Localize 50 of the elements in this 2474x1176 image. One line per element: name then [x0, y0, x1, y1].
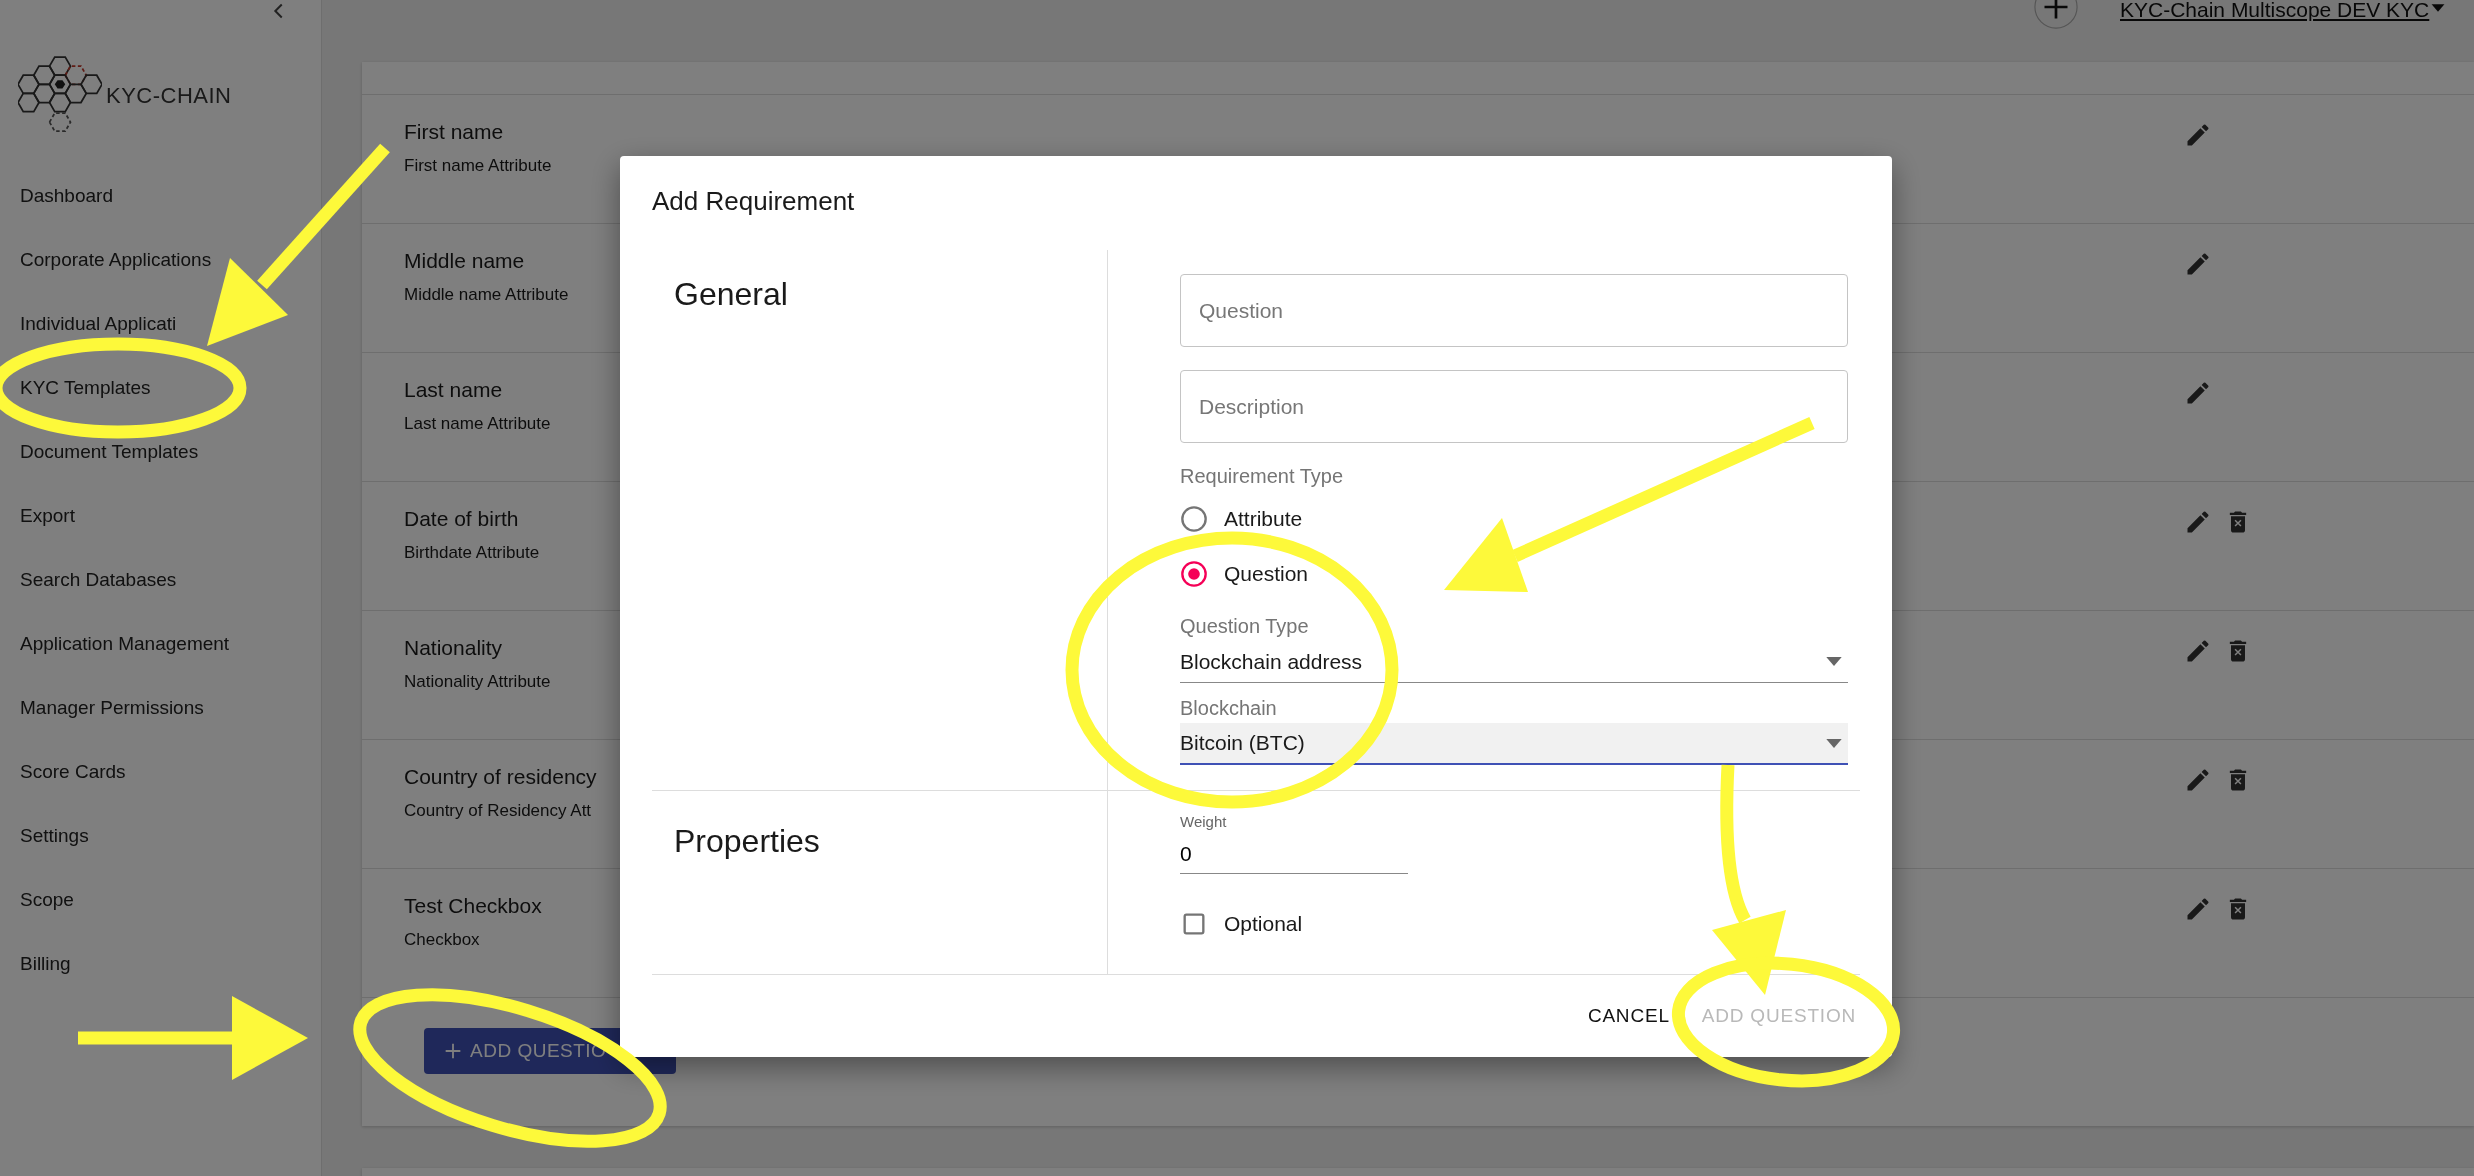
field-label: Requirement Type [1180, 464, 1345, 489]
requirement-title: Date of birth [404, 506, 520, 532]
sidebar-item[interactable]: Manager Permissions [0, 676, 321, 740]
requirement-subtitle: Last name Attribute [404, 413, 551, 435]
sidebar-item[interactable]: Dashboard [0, 164, 321, 228]
requirement-subtitle: Birthdate Attribute [404, 542, 540, 564]
select-field[interactable]: Bitcoin (BTC) [1180, 723, 1848, 765]
sidebar-item[interactable]: Search Databases [0, 548, 321, 612]
sidebar-item[interactable]: Application Management [0, 612, 321, 676]
requirement-subtitle: Checkbox [404, 929, 481, 951]
section-heading: Properties [652, 791, 1108, 974]
requirement-title: Last name [404, 377, 504, 403]
requirement-subtitle: Country of Residency Att [404, 800, 593, 822]
requirement-title: First name [404, 119, 505, 145]
checkbox-label: Optional [1224, 910, 1303, 937]
requirement-title: Test Checkbox [404, 893, 542, 919]
sidebar-item[interactable]: KYC Templates [0, 356, 321, 420]
select-value: Bitcoin (BTC) [1180, 730, 1305, 757]
requirement-subtitle: First name Attribute [404, 155, 552, 177]
dropdown-caret-icon [1826, 738, 1842, 748]
sidebar-item[interactable]: Settings [0, 804, 321, 868]
sidebar-item[interactable]: Scope [0, 868, 321, 932]
description-field[interactable]: Description [1180, 370, 1848, 443]
dropdown-caret-icon [1826, 657, 1842, 666]
dialog-title: Add Requirement [652, 185, 856, 218]
requirement-subtitle: Middle name Attribute [404, 284, 569, 306]
sidebar-item[interactable]: Billing [0, 932, 321, 996]
sidebar-item[interactable]: Corporate Applications [0, 228, 321, 292]
option-label: Attribute [1224, 505, 1303, 532]
sidebar-item[interactable]: Export [0, 484, 321, 548]
field-label: Blockchain [1180, 696, 1278, 721]
account-link[interactable]: KYC-Chain Multiscope DEV KYC [2120, 0, 2430, 26]
requirement-title: Nationality [404, 635, 504, 661]
cancel-button[interactable]: CANCEL [1583, 993, 1674, 1039]
requirement-title: Country of residency [404, 764, 597, 790]
logo-text: KYC-CHAIN [106, 81, 232, 110]
radio-button[interactable] [1180, 559, 1208, 588]
field-label: Weight [1180, 812, 1228, 832]
question-field[interactable]: Question [1180, 274, 1848, 347]
sidebar-item[interactable]: Score Cards [0, 740, 321, 804]
field-label: Question Type [1180, 614, 1310, 639]
sidebar-item[interactable]: Individual Applicati [0, 292, 321, 356]
select-field[interactable]: Blockchain address [1180, 641, 1848, 683]
select-value: Blockchain address [1180, 648, 1363, 675]
section-heading: General [652, 250, 1108, 790]
requirement-subtitle: Nationality Attribute [404, 671, 551, 693]
radio-button[interactable] [1180, 504, 1208, 533]
requirement-title: Middle name [404, 248, 526, 274]
option-label: Question [1224, 560, 1309, 587]
sidebar-item[interactable]: Document Templates [0, 420, 321, 484]
